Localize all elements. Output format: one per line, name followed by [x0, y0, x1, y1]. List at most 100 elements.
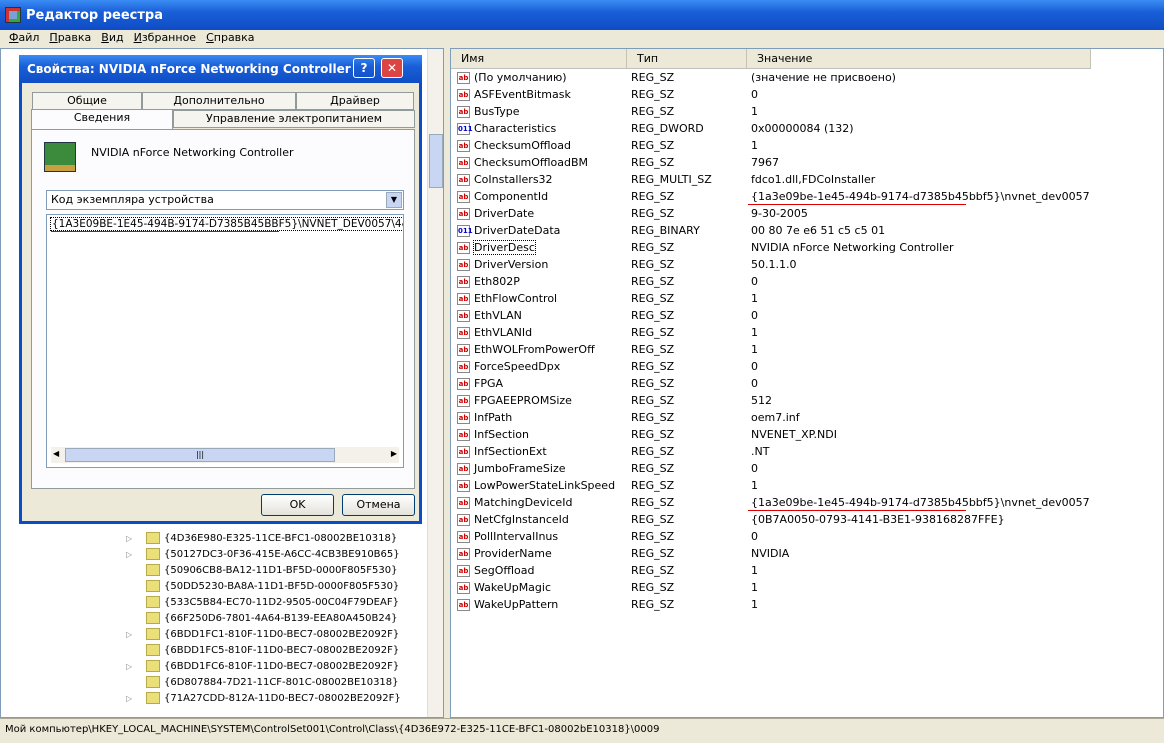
list-item[interactable]: ab DriverVersion REG_SZ 50.1.1.0	[451, 256, 1163, 273]
expand-icon[interactable]: ▷	[126, 550, 136, 559]
list-item[interactable]: ab WakeUpPattern REG_SZ 1	[451, 596, 1163, 613]
value-name: Eth802P	[474, 275, 520, 288]
tree-item[interactable]: ▷ {6BDD1FC1-810F-11D0-BEC7-08002BE2092F}	[126, 626, 399, 642]
value-data: .NT	[751, 445, 770, 458]
help-button[interactable]: ?	[353, 58, 375, 78]
value-data: NVENET_XP.NDI	[751, 428, 837, 441]
tab-advanced[interactable]: Дополнительно	[142, 92, 296, 110]
expand-icon[interactable]: ▷	[126, 534, 136, 543]
menu-view[interactable]: Вид	[101, 30, 123, 46]
list-item[interactable]: ab ForceSpeedDpx REG_SZ 0	[451, 358, 1163, 375]
menu-edit[interactable]: Правка	[49, 30, 91, 46]
chevron-down-icon[interactable]: ▼	[386, 192, 402, 208]
property-value-box[interactable]: {1A3E09BE-1E45-494B-9174-D7385B45BBF5}\N…	[46, 214, 404, 468]
menu-bar: Файл Правка Вид Избранное Справка	[0, 30, 1164, 46]
list-item[interactable]: ab EthVLANId REG_SZ 1	[451, 324, 1163, 341]
value-data: 0	[751, 360, 758, 373]
list-item[interactable]: ab InfSectionExt REG_SZ .NT	[451, 443, 1163, 460]
tree-item[interactable]: {533C5B84-EC70-11D2-9505-00C04F79DEAF}	[126, 594, 399, 610]
tree-item[interactable]: ▷ {6BDD1FC6-810F-11D0-BEC7-08002BE2092F}	[126, 658, 399, 674]
value-scroll-thumb[interactable]: |||	[65, 448, 335, 462]
list-item[interactable]: ab EthVLAN REG_SZ 0	[451, 307, 1163, 324]
list-item[interactable]: ab SegOffload REG_SZ 1	[451, 562, 1163, 579]
tree-item[interactable]: ▷ {71A27CDD-812A-11D0-BEC7-08002BE2092F}	[126, 690, 401, 706]
list-item[interactable]: ab InfSection REG_SZ NVENET_XP.NDI	[451, 426, 1163, 443]
list-item[interactable]: ab ASFEventBitmask REG_SZ 0	[451, 86, 1163, 103]
tree-item[interactable]: ▷ {4D36E980-E325-11CE-BFC1-08002BE10318}	[126, 530, 397, 546]
tab-general[interactable]: Общие	[32, 92, 142, 110]
list-item[interactable]: ab MatchingDeviceId REG_SZ {1a3e09be-1e45-4…	[451, 494, 1163, 511]
value-scrollbar[interactable]: ◀ ||| ▶	[51, 447, 399, 463]
list-item[interactable]: 011 Characteristics REG_DWORD 0x00000084 (1…	[451, 120, 1163, 137]
menu-file[interactable]: Файл	[9, 30, 39, 46]
column-type[interactable]: Тип	[627, 49, 747, 69]
list-item[interactable]: ab Eth802P REG_SZ 0	[451, 273, 1163, 290]
scroll-left-icon[interactable]: ◀	[53, 449, 59, 458]
list-item[interactable]: ab DriverDesc REG_SZ NVIDIA nForce Networki…	[451, 239, 1163, 256]
value-data: 50.1.1.0	[751, 258, 797, 271]
network-card-icon	[44, 142, 76, 172]
list-item[interactable]: ab FPGA REG_SZ 0	[451, 375, 1163, 392]
value-data: 0	[751, 275, 758, 288]
expand-icon[interactable]: ▷	[126, 630, 136, 639]
list-item[interactable]: ab NetCfgInstanceId REG_SZ {0B7A0050-0793-4…	[451, 511, 1163, 528]
list-item[interactable]: ab EthWOLFromPowerOff REG_SZ 1	[451, 341, 1163, 358]
column-value[interactable]: Значение	[747, 49, 1091, 69]
list-item[interactable]: ab CoInstallers32 REG_MULTI_SZ fdco1.dll,FD…	[451, 171, 1163, 188]
list-item[interactable]: ab BusType REG_SZ 1	[451, 103, 1163, 120]
string-value-icon: ab	[457, 479, 470, 492]
value-type: REG_SZ	[631, 530, 675, 543]
list-item[interactable]: ab PollIntervalInus REG_SZ 0	[451, 528, 1163, 545]
tab-details[interactable]: Сведения	[31, 109, 173, 129]
value-type: REG_SZ	[631, 71, 675, 84]
value-type: REG_SZ	[631, 343, 675, 356]
tab-driver[interactable]: Драйвер	[296, 92, 414, 110]
tree-item[interactable]: {6BDD1FC5-810F-11D0-BEC7-08002BE2092F}	[126, 642, 399, 658]
cancel-button[interactable]: Отмена	[342, 494, 415, 516]
string-value-icon: ab	[457, 530, 470, 543]
list-item[interactable]: ab DriverDate REG_SZ 9-30-2005	[451, 205, 1163, 222]
tree-scroll-thumb[interactable]	[429, 134, 443, 188]
tree-item[interactable]: {6D807884-7D21-11CF-801C-08002BE10318}	[126, 674, 399, 690]
menu-help[interactable]: Справка	[206, 30, 254, 46]
values-list: Имя Тип Значение ab (По умолчанию) REG_SZ (…	[450, 48, 1164, 718]
list-item[interactable]: ab ProviderName REG_SZ NVIDIA	[451, 545, 1163, 562]
value-type: REG_SZ	[631, 241, 675, 254]
scroll-right-icon[interactable]: ▶	[391, 449, 397, 458]
close-button[interactable]: ✕	[381, 58, 403, 78]
list-item[interactable]: ab ChecksumOffloadBM REG_SZ 7967	[451, 154, 1163, 171]
ok-button[interactable]: OK	[261, 494, 334, 516]
binary-value-icon: 011	[457, 224, 473, 237]
list-item[interactable]: ab ChecksumOffload REG_SZ 1	[451, 137, 1163, 154]
list-item[interactable]: ab InfPath REG_SZ oem7.inf	[451, 409, 1163, 426]
list-item[interactable]: ab ComponentId REG_SZ {1a3e09be-1e45-494b-9…	[451, 188, 1163, 205]
list-item[interactable]: 011 DriverDateData REG_BINARY 00 80 7e e6 5…	[451, 222, 1163, 239]
list-item[interactable]: ab (По умолчанию) REG_SZ (значение не присв…	[451, 69, 1163, 86]
tree-item-label: {4D36E980-E325-11CE-BFC1-08002BE10318}	[164, 532, 398, 544]
value-type: REG_SZ	[631, 428, 675, 441]
red-underline	[748, 204, 966, 205]
menu-favorites[interactable]: Избранное	[134, 30, 196, 46]
property-select[interactable]: Код экземпляра устройства ▼	[46, 190, 404, 210]
tree-item[interactable]: {50DD5230-BA8A-11D1-BF5D-0000F805F530}	[126, 578, 399, 594]
string-value-icon: ab	[457, 173, 470, 186]
list-item[interactable]: ab FPGAEEPROMSize REG_SZ 512	[451, 392, 1163, 409]
list-item[interactable]: ab EthFlowControl REG_SZ 1	[451, 290, 1163, 307]
string-value-icon: ab	[457, 360, 470, 373]
list-item[interactable]: ab WakeUpMagic REG_SZ 1	[451, 579, 1163, 596]
tree-item-label: {6BDD1FC6-810F-11D0-BEC7-08002BE2092F}	[164, 660, 400, 672]
expand-icon[interactable]: ▷	[126, 662, 136, 671]
list-item[interactable]: ab JumboFrameSize REG_SZ 0	[451, 460, 1163, 477]
expand-icon[interactable]: ▷	[126, 694, 136, 703]
property-value[interactable]: {1A3E09BE-1E45-494B-9174-D7385B45BBF5}\N…	[50, 217, 403, 231]
column-name[interactable]: Имя	[451, 49, 627, 69]
value-type: REG_SZ	[631, 207, 675, 220]
tree-item[interactable]: {66F250D6-7801-4A64-B139-EEA80A450B24}	[126, 610, 397, 626]
value-type: REG_SZ	[631, 156, 675, 169]
tab-power-management[interactable]: Управление электропитанием	[173, 110, 415, 128]
tree-item[interactable]: ▷ {50127DC3-0F36-415E-A6CC-4CB3BE910B65}	[126, 546, 400, 562]
tree-item[interactable]: {50906CB8-BA12-11D1-BF5D-0000F805F530}	[126, 562, 397, 578]
tree-scrollbar[interactable]	[427, 49, 443, 717]
list-item[interactable]: ab LowPowerStateLinkSpeed REG_SZ 1	[451, 477, 1163, 494]
string-value-icon: ab	[457, 88, 470, 101]
